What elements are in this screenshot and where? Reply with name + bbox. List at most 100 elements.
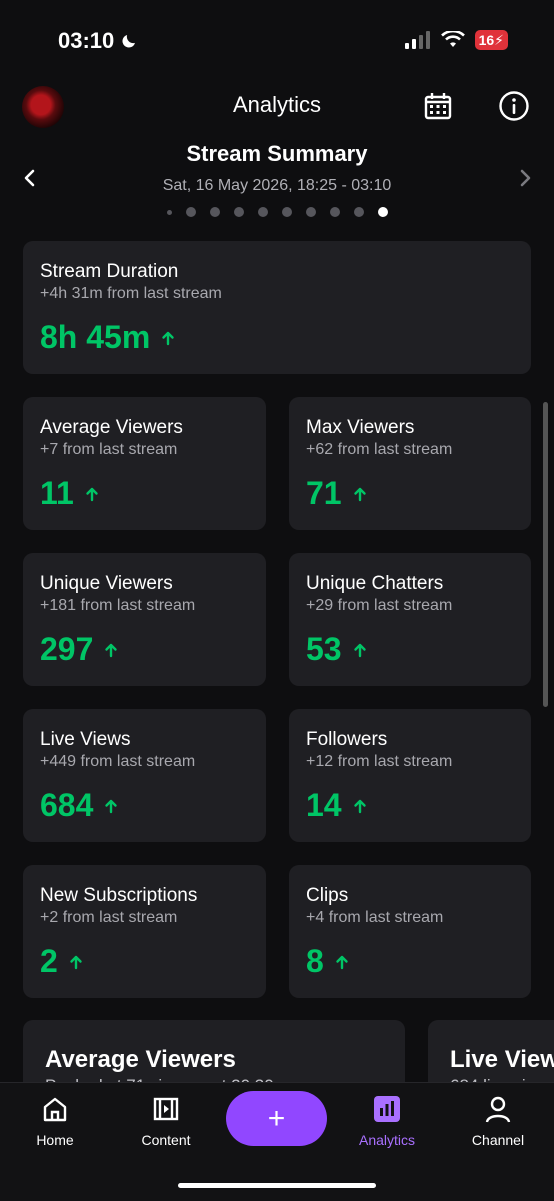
page-dot[interactable] xyxy=(257,207,268,217)
arrow-up-icon xyxy=(86,487,98,501)
card-title: Max Viewers xyxy=(306,417,415,438)
card-value: 11 xyxy=(40,475,100,512)
status-icons: 16⚡ xyxy=(404,30,508,50)
arrow-up-icon xyxy=(162,331,174,345)
arrow-up-icon xyxy=(70,955,82,969)
arrow-up-icon xyxy=(336,955,348,969)
summary-title: Stream Summary xyxy=(186,141,368,166)
card-title: Clips xyxy=(306,885,349,906)
stat-card-followers: Followers +12 from last stream 14 xyxy=(289,709,531,842)
card-value-text: 53 xyxy=(306,631,342,667)
calendar-icon xyxy=(424,93,452,120)
nav-content-label: Content xyxy=(141,1132,191,1148)
user-icon xyxy=(485,1096,511,1123)
card-value-text: 14 xyxy=(306,787,342,823)
card-value: 14 xyxy=(306,787,368,824)
card-title: New Subscriptions xyxy=(40,885,198,906)
card-value: 297 xyxy=(40,631,119,668)
status-time: 03:10 xyxy=(58,28,138,54)
analytics-icon xyxy=(374,1096,400,1122)
nav-home-label: Home xyxy=(36,1132,74,1148)
nav-channel-label: Channel xyxy=(471,1132,525,1148)
stream-duration-card: Stream Duration +4h 31m from last stream… xyxy=(23,241,531,374)
battery-level: 16 xyxy=(478,32,495,48)
card-subtitle: +12 from last stream xyxy=(306,753,453,770)
stat-card-live-views: Live Views +449 from last stream 684 xyxy=(23,709,266,842)
card-title: Live Views xyxy=(40,729,131,750)
page-dot[interactable] xyxy=(353,207,364,217)
card-value: 8h 45m xyxy=(40,319,176,356)
nav-home[interactable]: Home xyxy=(10,1094,100,1148)
create-button[interactable]: + xyxy=(226,1091,327,1146)
page-title: Analytics xyxy=(232,92,322,117)
arrow-up-icon xyxy=(353,799,366,813)
stat-card-new-subscriptions: New Subscriptions +2 from last stream 2 xyxy=(23,865,266,998)
card-subtitle: +7 from last stream xyxy=(40,441,178,458)
card-value-text: 8 xyxy=(306,943,324,979)
card-value-text: 71 xyxy=(306,475,342,511)
card-value-text: 684 xyxy=(40,787,94,823)
arrow-up-icon xyxy=(353,487,366,501)
card-subtitle: +62 from last stream xyxy=(306,441,453,458)
card-value: 684 xyxy=(40,787,119,824)
status-time-text: 03:10 xyxy=(58,28,115,53)
chart-title: Average Viewers xyxy=(45,1046,236,1073)
page-dot[interactable] xyxy=(185,207,196,217)
stat-card-clips: Clips +4 from last stream 8 xyxy=(289,865,531,998)
info-icon xyxy=(499,91,529,121)
page-dot[interactable] xyxy=(233,207,244,217)
card-subtitle: +2 from last stream xyxy=(40,909,178,926)
charging-bolt-icon: ⚡ xyxy=(494,32,504,48)
card-subtitle: +181 from last stream xyxy=(40,597,196,614)
content-icon xyxy=(153,1097,179,1121)
arrow-up-icon xyxy=(105,799,118,813)
page-dot[interactable] xyxy=(209,207,220,217)
summary-date: Sat, 16 May 2026, 18:25 - 03:10 xyxy=(162,177,392,194)
card-value-text: 11 xyxy=(40,475,74,511)
card-value: 2 xyxy=(40,943,84,980)
moon-icon xyxy=(122,35,136,48)
card-title: Followers xyxy=(306,729,388,750)
chart-title: Live Views xyxy=(450,1046,554,1073)
cellular-signal-icon xyxy=(404,31,430,49)
page-dot-active[interactable] xyxy=(377,207,388,217)
arrow-up-icon xyxy=(353,643,366,657)
arrow-up-icon xyxy=(105,643,118,657)
card-value-text: 2 xyxy=(40,943,58,979)
stat-card-unique-chatters: Unique Chatters +29 from last stream 53 xyxy=(289,553,531,686)
card-value: 8 xyxy=(306,943,350,980)
scrollbar[interactable] xyxy=(543,402,548,707)
nav-content[interactable]: Content xyxy=(121,1094,211,1148)
page-indicator[interactable] xyxy=(0,207,554,217)
nav-analytics-label: Analytics xyxy=(358,1132,416,1148)
card-subtitle: +29 from last stream xyxy=(306,597,453,614)
chevron-right-icon xyxy=(520,169,531,187)
calendar-button[interactable] xyxy=(422,90,454,122)
page-dot[interactable] xyxy=(305,207,316,217)
home-indicator[interactable] xyxy=(178,1183,376,1188)
stat-card-max-viewers: Max Viewers +62 from last stream 71 xyxy=(289,397,531,530)
card-value-text: 297 xyxy=(40,631,94,667)
card-title: Unique Viewers xyxy=(40,573,173,594)
page-dot[interactable] xyxy=(329,207,340,217)
plus-icon: + xyxy=(267,1101,286,1135)
battery-indicator: 16⚡ xyxy=(474,30,508,50)
card-value: 53 xyxy=(306,631,368,668)
nav-channel[interactable]: Channel xyxy=(453,1094,543,1148)
info-button[interactable] xyxy=(498,90,530,122)
page-dot[interactable] xyxy=(166,209,172,215)
card-subtitle: +4 from last stream xyxy=(306,909,444,926)
card-title: Average Viewers xyxy=(40,417,183,438)
stat-card-unique-viewers: Unique Viewers +181 from last stream 297 xyxy=(23,553,266,686)
card-value: 71 xyxy=(306,475,368,512)
card-value-text: 8h 45m xyxy=(40,319,151,355)
home-icon xyxy=(43,1097,67,1122)
wifi-icon xyxy=(440,31,465,47)
page-dot[interactable] xyxy=(281,207,292,217)
card-title: Unique Chatters xyxy=(306,573,444,594)
next-stream-button[interactable] xyxy=(515,166,535,190)
card-subtitle: +449 from last stream xyxy=(40,753,196,770)
nav-analytics[interactable]: Analytics xyxy=(342,1094,432,1148)
card-title: Stream Duration xyxy=(40,261,179,282)
stat-card-average-viewers: Average Viewers +7 from last stream 11 xyxy=(23,397,266,530)
